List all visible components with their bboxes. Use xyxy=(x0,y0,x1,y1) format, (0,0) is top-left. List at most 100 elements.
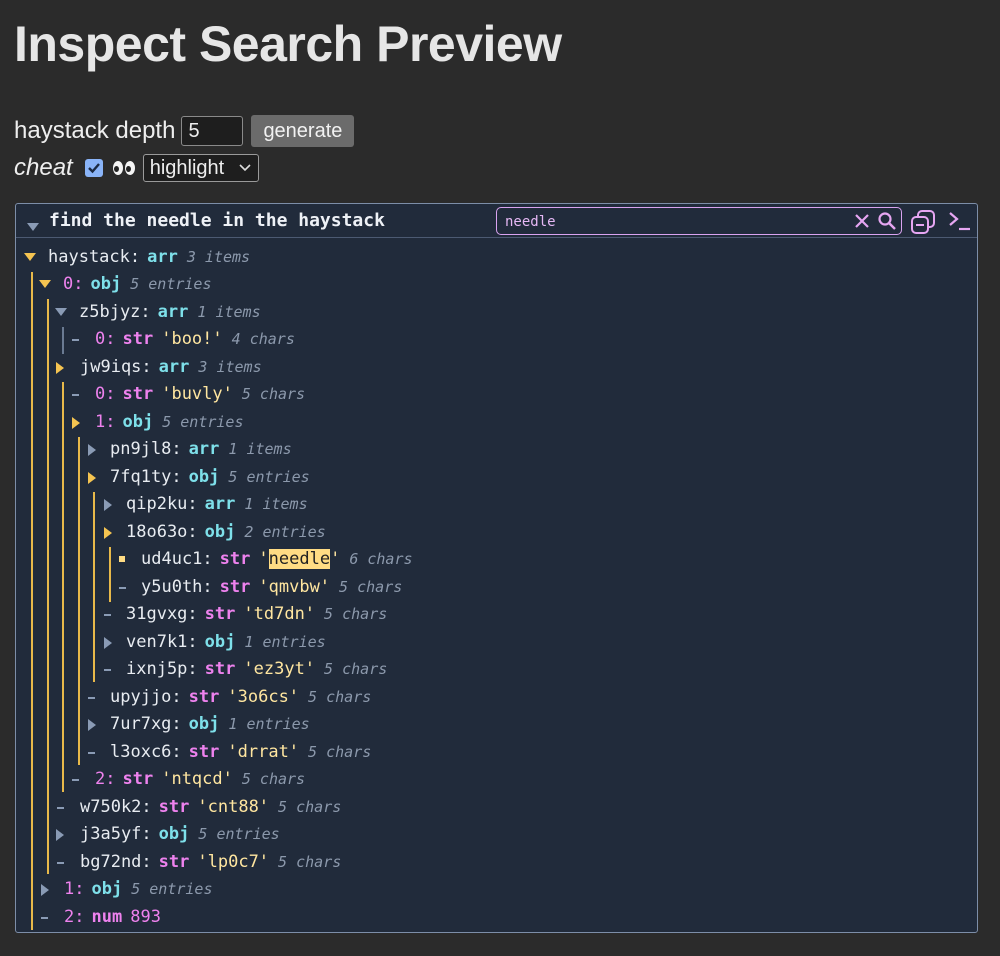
tree-value: 'drrat' xyxy=(227,742,300,762)
leaf-dash-icon xyxy=(41,917,48,919)
tree-row[interactable]: 7fq1ty: obj 5 entries xyxy=(88,464,310,491)
leaf-dash-icon xyxy=(72,394,79,396)
tree-value: 'lp0c7' xyxy=(197,852,270,872)
triangle-right-icon[interactable] xyxy=(88,719,96,731)
leaf-dash-icon xyxy=(88,697,95,699)
tree-meta: 5 entries xyxy=(228,468,310,486)
collapse-all-icon[interactable] xyxy=(910,209,936,235)
tree-type: str xyxy=(219,577,251,597)
leaf-dash-icon xyxy=(57,862,64,864)
tree-meta: 1 items xyxy=(228,440,292,458)
tree-key: 18o63o xyxy=(126,522,188,542)
tree-value: '3o6cs' xyxy=(227,687,300,707)
tree-type: obj xyxy=(188,714,220,734)
tree-type: obj xyxy=(204,632,236,652)
tree-meta: 5 chars xyxy=(324,605,388,623)
search-icon[interactable] xyxy=(877,211,897,231)
triangle-right-icon[interactable] xyxy=(88,444,96,456)
tree-row[interactable]: 2: num 893 xyxy=(41,904,161,931)
tree-key: 1 xyxy=(64,879,75,899)
tree-row[interactable]: upyjjo: str '3o6cs' 5 chars xyxy=(88,684,371,711)
triangle-down-icon[interactable] xyxy=(39,280,51,288)
tree-type: str xyxy=(219,549,251,569)
tree-row[interactable]: y5u0th: str'qmvbw' 5 chars xyxy=(119,574,402,601)
tree-row[interactable]: 2: str'ntqcd' 5 chars xyxy=(72,766,305,793)
tree-key: 1 xyxy=(95,412,106,432)
tree-row[interactable]: 31gvxg: str'td7dn' 5 chars xyxy=(104,601,387,628)
tree-row[interactable]: bg72nd: str'lp0c7' 5 chars xyxy=(57,849,341,876)
tree-key: ixnj5p xyxy=(126,659,188,679)
tree-key: ud4uc1 xyxy=(141,549,203,569)
tree-meta: 3 items xyxy=(198,358,262,376)
clear-icon[interactable] xyxy=(853,212,871,230)
tree-type: str xyxy=(204,604,236,624)
tree-type: str xyxy=(188,687,220,707)
tree-key: 2 xyxy=(64,907,75,927)
triangle-right-icon[interactable] xyxy=(56,829,64,841)
tree-row-haystack[interactable]: haystack: arr 3 items xyxy=(24,244,250,271)
tree-row[interactable]: j3a5yf: obj 5 entries xyxy=(56,821,280,848)
tree-key: j3a5yf xyxy=(80,824,142,844)
triangle-right-icon[interactable] xyxy=(41,884,49,896)
console-icon[interactable] xyxy=(948,210,972,232)
triangle-right-icon[interactable] xyxy=(88,472,96,484)
tree-meta: 3 items xyxy=(186,248,251,266)
tree-row[interactable]: 0: str'buvly' 5 chars xyxy=(72,381,305,408)
generate-button[interactable]: generate xyxy=(251,115,355,147)
tree-row[interactable]: ixnj5p: str'ez3yt' 5 chars xyxy=(104,656,387,683)
tree-meta: 1 entries xyxy=(244,633,326,651)
tree-value: 'buvly' xyxy=(161,384,233,404)
eyes-icon xyxy=(112,161,135,175)
tree: haystack: arr 3 items 0: obj 5 entries z5bjy… xyxy=(16,238,977,932)
triangle-right-icon[interactable] xyxy=(104,527,112,539)
tree-row[interactable]: w750k2: str'cnt88' 5 chars xyxy=(57,794,341,821)
triangle-right-icon[interactable] xyxy=(104,499,112,511)
tree-type: str xyxy=(158,852,190,872)
tree-key: 7fq1ty xyxy=(110,467,172,487)
tree-key: 2 xyxy=(95,769,106,789)
cheat-checkbox[interactable] xyxy=(84,159,103,177)
tree-meta: 5 chars xyxy=(308,743,372,761)
tree-row[interactable]: 0: obj 5 entries xyxy=(39,271,212,298)
tree-meta: 5 chars xyxy=(278,798,342,816)
search-input[interactable] xyxy=(505,213,825,231)
tree-type: str xyxy=(204,659,236,679)
tree-row[interactable]: 0: str'boo!' 4 chars xyxy=(72,326,295,353)
triangle-down-icon[interactable] xyxy=(27,217,39,236)
tree-row[interactable]: l3oxc6: str'drrat' 5 chars xyxy=(88,739,371,766)
mode-select[interactable]: highlight xyxy=(142,154,260,182)
match-marker-icon xyxy=(119,556,125,562)
tree-row[interactable]: ven7k1: obj 1 entries xyxy=(104,629,326,656)
tree-type: str xyxy=(122,769,154,789)
panel-header: find the needle in the haystack xyxy=(16,204,977,238)
tree-meta: 5 chars xyxy=(241,385,306,403)
tree-meta: 6 chars xyxy=(349,550,413,568)
tree-row[interactable]: z5bjyz: arr 1 items xyxy=(55,299,261,326)
depth-row: haystack depth generate xyxy=(14,114,355,148)
tree-row[interactable]: pn9jl8: arr 1 items xyxy=(88,436,292,463)
tree-row[interactable]: jw9iqs: arr 3 items xyxy=(56,354,262,381)
depth-input[interactable] xyxy=(181,116,244,146)
tree-type: arr xyxy=(158,357,190,377)
tree-value: 'boo!' xyxy=(161,329,223,349)
triangle-right-icon[interactable] xyxy=(104,637,112,649)
tree-key: y5u0th xyxy=(141,577,203,597)
tree-row[interactable]: 7ur7xg: obj 1 entries xyxy=(88,711,310,738)
triangle-right-icon[interactable] xyxy=(56,362,64,374)
triangle-down-icon[interactable] xyxy=(24,253,36,261)
tree-meta: 5 chars xyxy=(339,578,403,596)
tree-row-match[interactable]: ud4uc1: str'needle' 6 chars xyxy=(119,546,413,573)
tree-meta: 5 entries xyxy=(131,880,213,898)
tree-meta: 4 chars xyxy=(231,330,295,348)
tree-row[interactable]: 1: obj 5 entries xyxy=(72,409,244,436)
tree-key: z5bjyz xyxy=(79,302,141,322)
leaf-dash-icon xyxy=(88,752,95,754)
tree-row[interactable]: 1: obj 5 entries xyxy=(41,876,213,903)
triangle-down-icon[interactable] xyxy=(55,308,67,316)
triangle-right-icon[interactable] xyxy=(72,417,80,429)
tree-row[interactable]: qip2ku: arr 1 items xyxy=(104,491,308,518)
leaf-dash-icon xyxy=(104,669,111,671)
tree-value: 'qmvbw' xyxy=(258,577,331,597)
tree-type: arr xyxy=(157,302,189,322)
tree-row[interactable]: 18o63o: obj 2 entries xyxy=(104,519,326,546)
